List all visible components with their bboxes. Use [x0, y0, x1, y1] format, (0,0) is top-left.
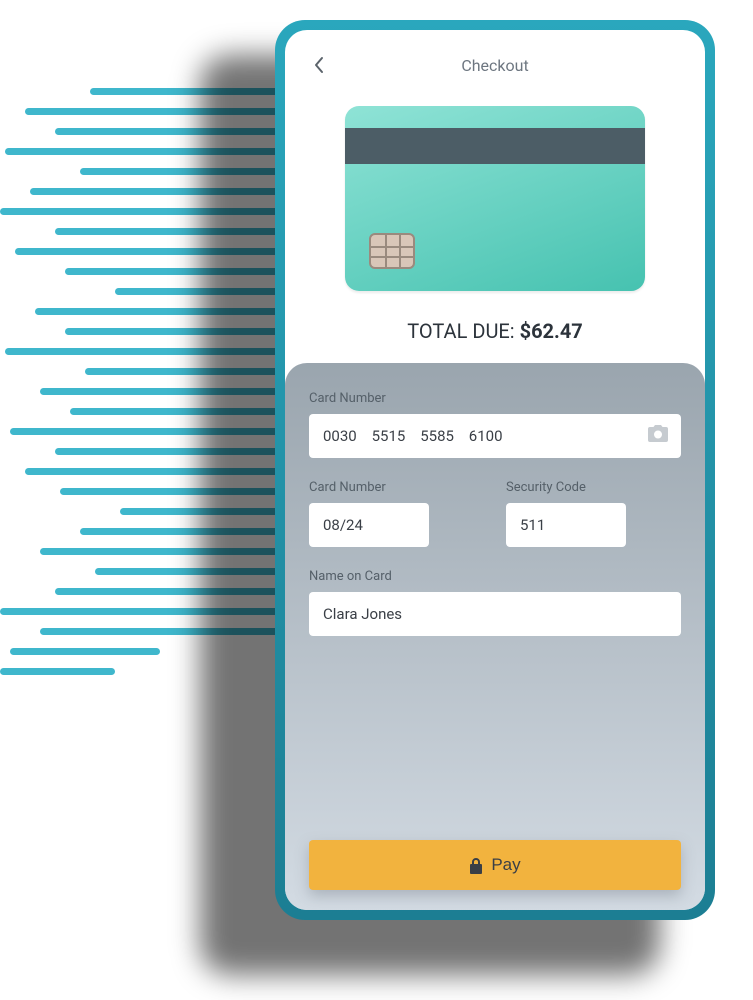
name-field-group: Name on Card [309, 569, 681, 636]
card-magstripe [345, 128, 645, 164]
card-chip-icon [369, 233, 415, 269]
credit-card-illustration [345, 106, 645, 291]
card-illustration-wrap [285, 92, 705, 313]
card-number-input[interactable] [309, 414, 681, 458]
back-button[interactable] [305, 52, 331, 78]
expiry-field-group: Card Number [309, 480, 484, 547]
camera-icon [647, 425, 669, 443]
card-number-field-group: Card Number [309, 391, 681, 458]
cvv-field-group: Security Code [506, 480, 681, 547]
expiry-label: Card Number [309, 480, 484, 495]
cvv-label: Security Code [506, 480, 681, 495]
total-due-row: TOTAL DUE: $62.47 [285, 313, 705, 363]
page-title: Checkout [331, 56, 659, 75]
lock-icon [469, 857, 483, 874]
payment-form-panel: Card Number Card Number Security Co [285, 363, 705, 910]
card-number-label: Card Number [309, 391, 681, 406]
name-on-card-input[interactable] [309, 592, 681, 636]
expiry-input[interactable] [309, 503, 429, 547]
header: Checkout [285, 30, 705, 92]
total-due-label: TOTAL DUE: [407, 319, 519, 343]
total-due-amount: $62.47 [520, 319, 583, 343]
name-on-card-label: Name on Card [309, 569, 681, 584]
phone-screen: Checkout TOTAL DUE: $62.47 Card Number [285, 30, 705, 910]
pay-button[interactable]: Pay [309, 840, 681, 890]
pay-button-label: Pay [491, 855, 520, 875]
phone-frame: Checkout TOTAL DUE: $62.47 Card Number [275, 20, 715, 920]
chevron-left-icon [313, 56, 324, 74]
scan-card-button[interactable] [647, 425, 669, 447]
cvv-input[interactable] [506, 503, 626, 547]
